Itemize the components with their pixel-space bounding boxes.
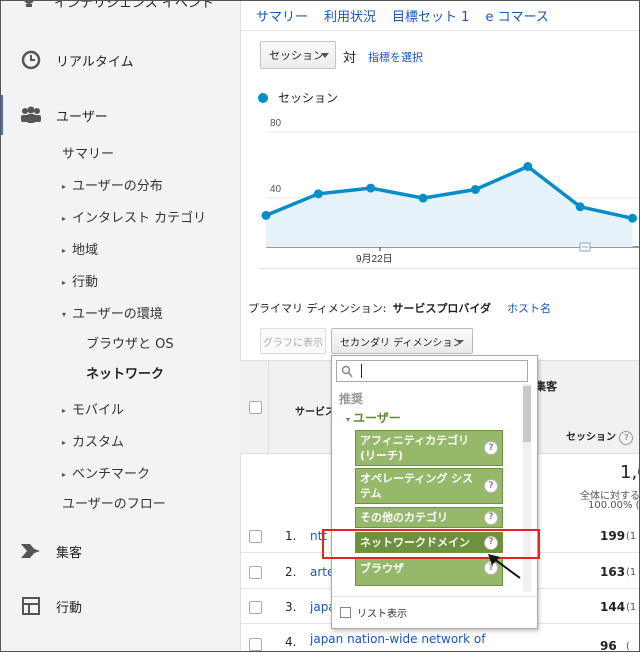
screenshot-frame: [0, 0, 640, 652]
